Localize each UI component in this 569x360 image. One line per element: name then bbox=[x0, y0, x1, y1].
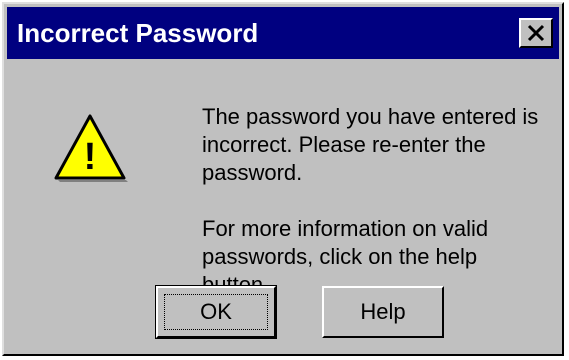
close-icon bbox=[527, 24, 545, 42]
message-line: incorrect. Please re-enter the bbox=[202, 132, 486, 157]
help-button[interactable]: Help bbox=[322, 286, 444, 338]
incorrect-password-dialog: Incorrect Password ! The password you ha… bbox=[2, 2, 564, 356]
error-message: The password you have entered is incorre… bbox=[202, 103, 542, 299]
svg-text:!: ! bbox=[84, 136, 97, 178]
message-line: For more information on valid bbox=[202, 216, 489, 241]
ok-button-label: OK bbox=[164, 294, 268, 330]
help-button-label: Help bbox=[360, 299, 406, 324]
ok-button[interactable]: OK bbox=[155, 285, 277, 339]
dialog-title: Incorrect Password bbox=[17, 18, 259, 48]
message-line: The password you have entered is bbox=[202, 104, 539, 129]
warning-icon: ! bbox=[54, 114, 128, 182]
message-line: password. bbox=[202, 160, 303, 185]
title-bar[interactable]: Incorrect Password bbox=[7, 7, 559, 59]
close-button[interactable] bbox=[519, 18, 553, 48]
